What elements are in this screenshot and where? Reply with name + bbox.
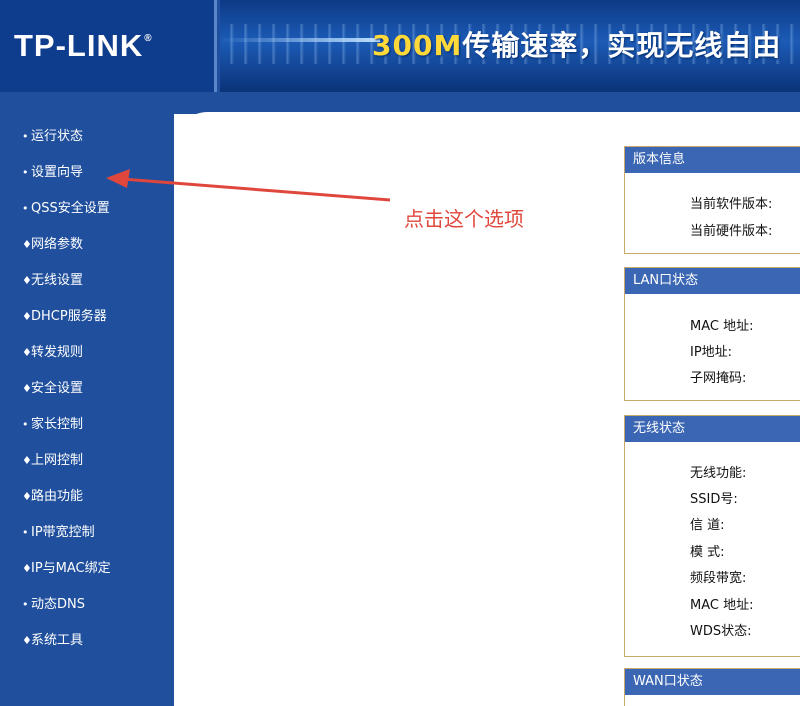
diamond-icon: ♦: [22, 454, 32, 467]
tp-link-logo: TP-LINK®: [14, 28, 153, 63]
bullet-icon: •: [22, 166, 29, 179]
sidebar-item-wireless[interactable]: ♦无线设置: [22, 274, 111, 310]
lan-mac-label: MAC 地址:: [690, 319, 754, 334]
annotation-arrow-icon: [106, 169, 391, 202]
banner-light: [220, 38, 380, 42]
mode-label: 模 式:: [690, 545, 725, 560]
bullet-icon: •: [22, 418, 29, 431]
sidebar-item-access-control[interactable]: ♦上网控制: [22, 454, 111, 490]
sidebar-item-ddns[interactable]: • 动态DNS: [22, 598, 111, 634]
sidebar-item-qss[interactable]: • QSS安全设置: [22, 202, 111, 238]
bullet-icon: •: [22, 202, 29, 215]
lan-subnet-label: 子网掩码:: [690, 371, 747, 386]
sidebar-item-bandwidth[interactable]: • IP带宽控制: [22, 526, 111, 562]
banner-slogan: 300M传输速率，实现无线自由: [372, 29, 782, 62]
ssid-label: SSID号:: [690, 492, 738, 507]
bandwidth-label: 频段带宽:: [690, 571, 747, 586]
diamond-icon: ♦: [22, 562, 32, 575]
hardware-version-label: 当前硬件版本:: [690, 224, 773, 239]
version-info-title: 版本信息: [625, 147, 800, 173]
logo-area: TP-LINK®: [0, 0, 217, 92]
diamond-icon: ♦: [22, 310, 32, 323]
diamond-icon: ♦: [22, 382, 32, 395]
bullet-icon: •: [22, 598, 29, 611]
wireless-mac-label: MAC 地址:: [690, 598, 754, 613]
diamond-icon: ♦: [22, 634, 32, 647]
wireless-function-label: 无线功能:: [690, 466, 747, 481]
diamond-icon: ♦: [22, 346, 32, 359]
wan-status-panel: WAN口状态: [624, 668, 800, 706]
sidebar-item-ip-mac[interactable]: ♦IP与MAC绑定: [22, 562, 111, 598]
sidebar-item-system-tools[interactable]: ♦系统工具: [22, 634, 111, 670]
sidebar-item-security[interactable]: ♦安全设置: [22, 382, 111, 418]
diamond-icon: ♦: [22, 490, 32, 503]
wireless-status-title: 无线状态: [625, 416, 800, 442]
annotation-text: 点击这个选项: [404, 207, 524, 231]
diamond-icon: ♦: [22, 274, 32, 287]
wds-status-label: WDS状态:: [690, 624, 752, 639]
sidebar-item-dhcp[interactable]: ♦DHCP服务器: [22, 310, 111, 346]
sidebar-menu: • 运行状态 • 设置向导 • QSS安全设置 ♦网络参数 ♦无线设置 ♦DHCP服务…: [22, 130, 111, 670]
sidebar-item-forwarding[interactable]: ♦转发规则: [22, 346, 111, 382]
banner: 300M传输速率，实现无线自由: [220, 0, 800, 92]
bullet-icon: •: [22, 130, 29, 143]
main-top-band: [174, 92, 800, 114]
diamond-icon: ♦: [22, 238, 32, 251]
sidebar-item-routing[interactable]: ♦路由功能: [22, 490, 111, 526]
sidebar-item-parental[interactable]: • 家长控制: [22, 418, 111, 454]
software-version-label: 当前软件版本:: [690, 197, 773, 212]
header: TP-LINK® 300M传输速率，实现无线自由: [0, 0, 800, 92]
sidebar-item-status[interactable]: • 运行状态: [22, 130, 111, 166]
bullet-icon: •: [22, 526, 29, 539]
channel-label: 信 道:: [690, 518, 725, 533]
lan-status-title: LAN口状态: [625, 268, 800, 294]
sidebar-item-network[interactable]: ♦网络参数: [22, 238, 111, 274]
wan-status-title: WAN口状态: [625, 669, 800, 695]
sidebar-item-setup-wizard[interactable]: • 设置向导: [22, 166, 111, 202]
lan-ip-label: IP地址:: [690, 345, 733, 360]
